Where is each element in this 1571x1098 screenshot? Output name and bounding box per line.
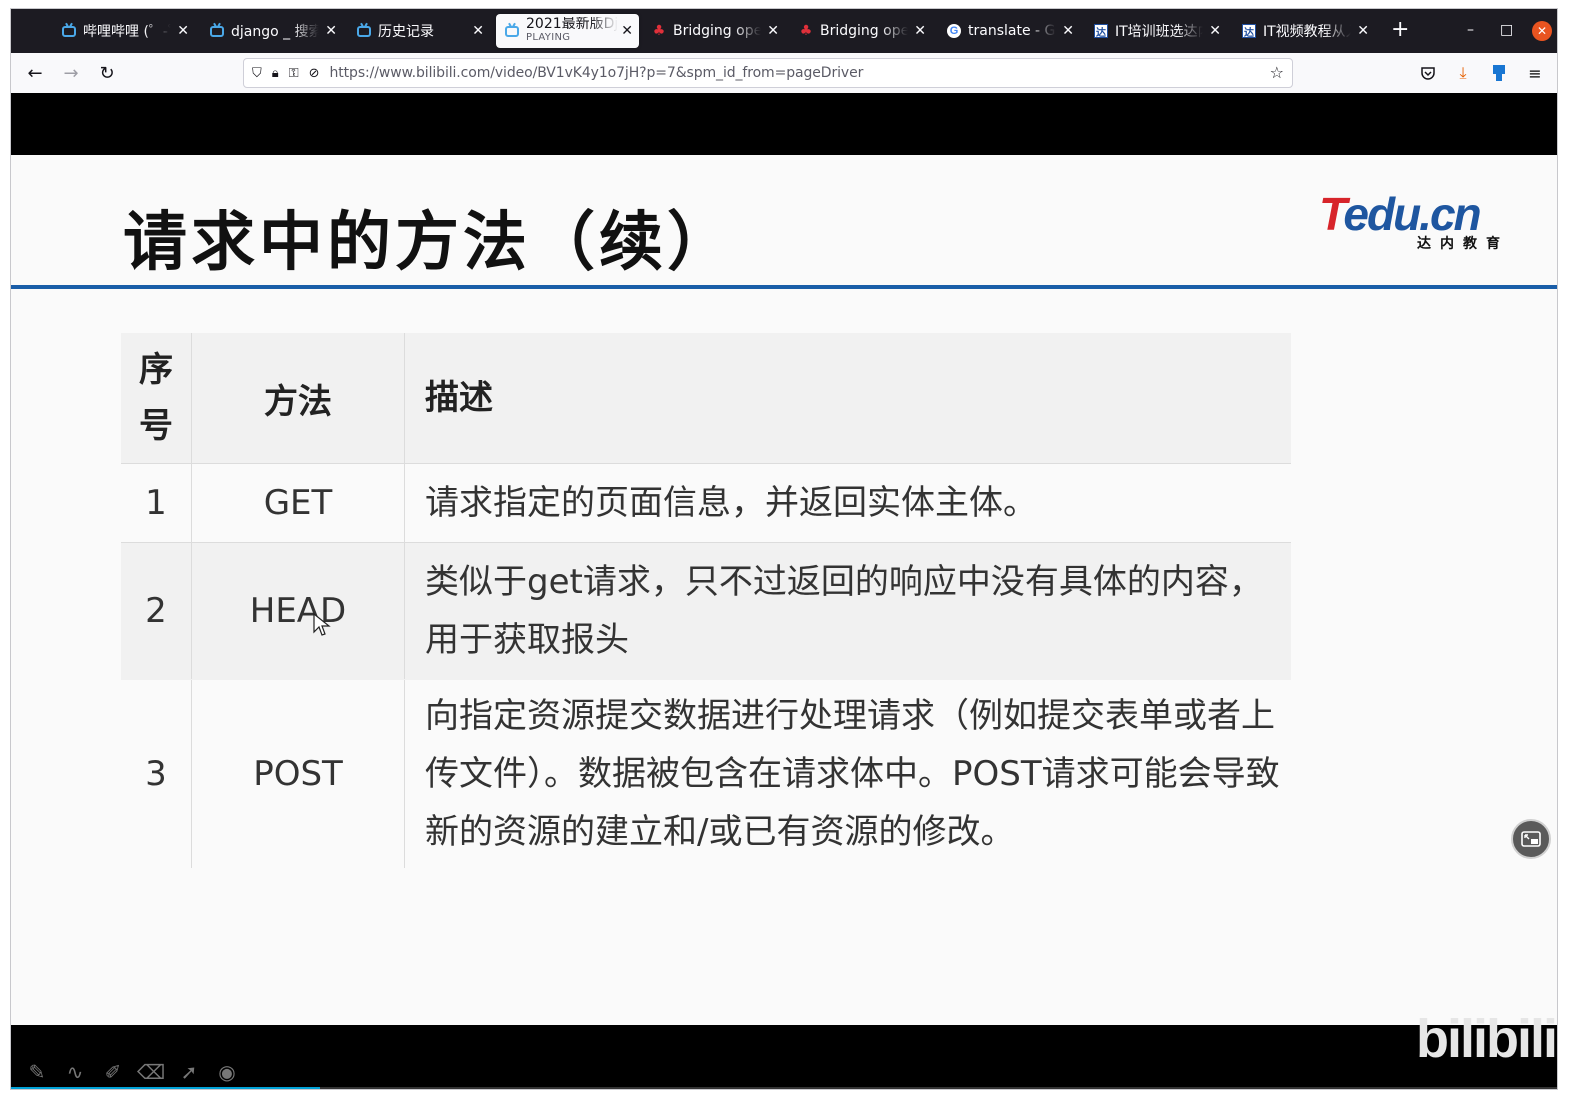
tab-title: 历史记录	[378, 24, 434, 40]
table-row: 3 POST 向指定资源提交数据进行处理请求（例如提交表单或者上传文件）。数据被…	[121, 679, 1291, 868]
tab-django-video[interactable]: 2021最新版Django PLAYING ✕	[496, 14, 639, 48]
playing-indicator: PLAYING	[526, 32, 571, 43]
video-progress-fill	[11, 1087, 321, 1089]
table-row: 2 HEAD 类似于get请求，只不过返回的响应中没有具体的内容，用于获取报头	[121, 542, 1291, 680]
method-name: POST	[191, 679, 405, 868]
google-icon: G	[946, 23, 962, 39]
slide-title: 请求中的方法（续）	[123, 206, 735, 280]
column-header: 方法	[191, 333, 405, 464]
shield-icon[interactable]: ⛉	[252, 66, 262, 81]
title-divider	[11, 285, 1557, 289]
lock-icon[interactable]: 🔒︎	[272, 66, 279, 81]
record-icon[interactable]: ◉	[215, 1060, 239, 1084]
close-tab-icon[interactable]: ✕	[472, 22, 484, 40]
row-number: 3	[121, 679, 192, 868]
tedu-logo: Tedu.cn 达内教育	[1319, 188, 1509, 252]
close-tab-icon[interactable]: ✕	[325, 22, 337, 40]
table-row: 1 GET 请求指定的页面信息，并返回实体主体。	[121, 463, 1291, 543]
bilibili-tv-icon	[61, 23, 77, 39]
pointer-icon[interactable]: ➚	[177, 1060, 201, 1084]
eraser-icon[interactable]: ⌫	[137, 1060, 165, 1084]
tab-bridging-2[interactable]: ♣ Bridging operations ✕	[790, 14, 932, 48]
highlighter-icon[interactable]: ✐	[101, 1060, 125, 1084]
tab-title: translate - Google	[968, 23, 1056, 39]
download-icon[interactable]: ⤓	[1451, 61, 1475, 85]
reload-icon[interactable]: ↻	[95, 61, 119, 85]
minimize-icon[interactable]: –	[1467, 22, 1474, 38]
row-number: 1	[121, 463, 192, 543]
row-number: 2	[121, 542, 192, 680]
tab-bilibili-home[interactable]: 哔哩哔哩 (゜-゜)つロ 干杯~-bilibili ✕	[53, 14, 195, 48]
bilibili-watermark: bilibili	[1416, 1009, 1557, 1069]
window-close-icon[interactable]: ✕	[1532, 21, 1552, 41]
tab-strip: 哔哩哔哩 (゜-゜)つロ 干杯~-bilibili ✕ django _ 搜索结…	[11, 9, 1557, 53]
tab-django-search[interactable]: django _ 搜索结果 ✕	[201, 14, 343, 48]
browser-window: 哔哩哔哩 (゜-゜)つロ 干杯~-bilibili ✕ django _ 搜索结…	[10, 8, 1558, 1090]
pen-icon[interactable]: ✎	[25, 1060, 49, 1084]
tab-title: 2021最新版Django	[526, 17, 618, 31]
mouse-cursor-icon	[313, 613, 331, 636]
new-tab-button[interactable]: +	[1391, 19, 1409, 41]
tab-title: Bridging operations	[820, 23, 908, 39]
video-player[interactable]: 请求中的方法（续） Tedu.cn 达内教育 序号 方法 描述 1 GET 请求…	[11, 93, 1557, 1089]
tedu-icon: 达	[1093, 23, 1109, 39]
method-description: 类似于get请求，只不过返回的响应中没有具体的内容，用于获取报头	[404, 542, 1291, 680]
bilibili-tv-icon	[356, 23, 372, 39]
pocket-icon[interactable]	[1416, 61, 1440, 85]
tab-tedu-1[interactable]: 达 IT培训班选达内 ✕	[1085, 14, 1227, 48]
bilibili-tv-icon	[209, 23, 225, 39]
close-tab-icon[interactable]: ✕	[1357, 22, 1369, 40]
maple-leaf-icon: ♣	[799, 23, 813, 39]
tab-title: IT培训班选达内	[1115, 24, 1203, 40]
lecture-slide: 请求中的方法（续） Tedu.cn 达内教育 序号 方法 描述 1 GET 请求…	[11, 155, 1557, 1084]
http-methods-table: 序号 方法 描述 1 GET 请求指定的页面信息，并返回实体主体。 2 HEAD…	[121, 333, 1291, 868]
bookmark-star-icon[interactable]: ☆	[1270, 63, 1284, 82]
bilibili-tv-icon	[504, 23, 520, 39]
annotation-toolbar: ✎ ∿ ✐ ⌫ ➚ ◉	[25, 1060, 239, 1084]
permissions-icon[interactable]: ⚿	[289, 66, 299, 81]
close-tab-icon[interactable]: ✕	[1062, 22, 1074, 40]
tab-translate[interactable]: G translate - Google ✕	[938, 14, 1080, 48]
tab-tedu-2[interactable]: 达 IT视频教程从入门 ✕	[1233, 14, 1375, 48]
picture-in-picture-button[interactable]	[1511, 819, 1551, 859]
method-description: 请求指定的页面信息，并返回实体主体。	[404, 463, 1291, 543]
column-header: 描述	[404, 333, 1291, 464]
table-header-row: 序号 方法 描述	[121, 333, 1291, 464]
method-name: GET	[191, 463, 405, 543]
method-name: HEAD	[191, 542, 405, 680]
tab-title: IT视频教程从入门	[1263, 24, 1351, 40]
close-tab-icon[interactable]: ✕	[177, 22, 189, 40]
tab-history[interactable]: 历史记录 ✕	[348, 14, 490, 48]
method-description: 向指定资源提交数据进行处理请求（例如提交表单或者上传文件）。数据被包含在请求体中…	[404, 679, 1291, 868]
close-tab-icon[interactable]: ✕	[914, 22, 926, 40]
forward-arrow-icon[interactable]: →	[59, 61, 83, 85]
tab-title: 哔哩哔哩 (゜-゜)つロ 干杯~-bilibili	[83, 24, 171, 40]
navigation-bar: ← → ↻ ⛉ 🔒︎ ⚿ ⊘ https://www.bilibili.com/…	[11, 53, 1557, 94]
video-progress-bar[interactable]	[11, 1087, 1557, 1089]
menu-icon[interactable]: ≡	[1523, 61, 1547, 85]
url-text[interactable]: https://www.bilibili.com/video/BV1vK4y1o…	[330, 65, 864, 81]
autoplay-blocked-icon[interactable]: ⊘	[309, 66, 320, 81]
close-tab-icon[interactable]: ✕	[621, 22, 633, 40]
tab-title: django _ 搜索结果	[231, 24, 319, 40]
close-tab-icon[interactable]: ✕	[1209, 22, 1221, 40]
freehand-icon[interactable]: ∿	[63, 1060, 87, 1084]
column-header: 序号	[121, 333, 192, 464]
extension-icon[interactable]	[1487, 61, 1511, 85]
tab-bridging-1[interactable]: ♣ Bridging operations ✕	[643, 14, 785, 48]
maple-leaf-icon: ♣	[652, 23, 666, 39]
close-tab-icon[interactable]: ✕	[767, 22, 779, 40]
tedu-icon: 达	[1241, 23, 1257, 39]
maximize-icon[interactable]: □	[1500, 22, 1513, 38]
tab-title: Bridging operations	[673, 23, 761, 39]
address-bar[interactable]: ⛉ 🔒︎ ⚿ ⊘ https://www.bilibili.com/video/…	[243, 58, 1293, 88]
back-arrow-icon[interactable]: ←	[23, 61, 47, 85]
